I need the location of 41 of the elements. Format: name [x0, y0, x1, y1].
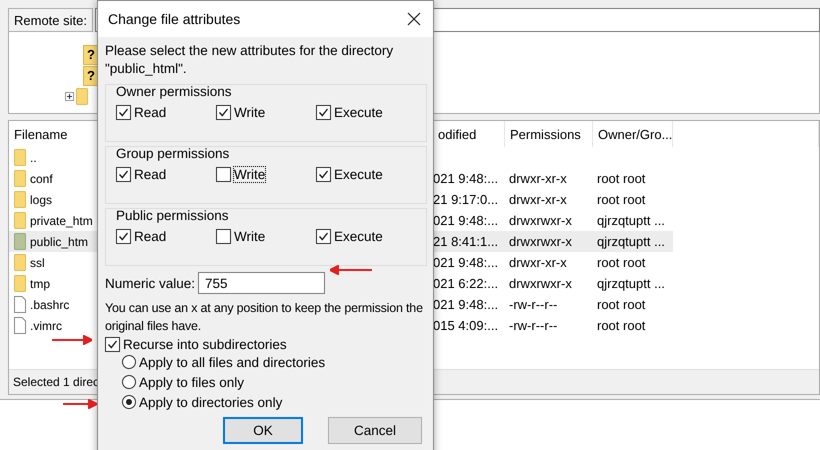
- dialog-title: Change file attributes: [108, 11, 240, 27]
- file-name: conf: [30, 172, 53, 186]
- file-name: logs: [30, 192, 52, 206]
- modified-cell: 021 9:48:...: [433, 255, 498, 270]
- file-name: .bashrc: [30, 298, 70, 312]
- permissions-cell: drwxrwxr-x: [509, 213, 572, 228]
- owner-cell: root root: [597, 192, 646, 207]
- permissions-cell: drwxr-xr-x: [509, 255, 567, 270]
- numeric-label: Numeric value:: [105, 276, 196, 290]
- modified-cell: 21 8:41:1...: [433, 234, 498, 249]
- file-name: tmp: [30, 276, 50, 290]
- remote-site-label: Remote site:: [8, 8, 93, 32]
- modified-cell: 021 6:22:...: [433, 276, 498, 291]
- modified-cell: 021 9:48:...: [433, 171, 498, 186]
- modified-cell: 21 9:17:0...: [433, 192, 498, 207]
- file-name: ..: [30, 150, 37, 164]
- modified-cell: 021 9:48:...: [433, 297, 498, 312]
- modified-cell: 015 4:09:...: [433, 318, 498, 333]
- file-name: .vimrc: [30, 318, 62, 332]
- permissions-cell: -rw-r--r--: [509, 318, 558, 333]
- owner-cell: qjrzqtuptt ...: [597, 234, 665, 249]
- permissions-cell: drwxr-xr-x: [509, 192, 567, 207]
- hint-text: You can use an x at any position to keep the permission the original files have.: [105, 300, 424, 335]
- owner-cell: root root: [597, 318, 646, 333]
- owner-cell: qjrzqtuptt ...: [597, 213, 665, 228]
- permissions-cell: -rw-r--r--: [509, 297, 558, 312]
- group-title: Public permissions: [116, 208, 230, 223]
- owner-cell: qjrzqtuptt ...: [597, 276, 665, 291]
- owner-cell: root root: [597, 255, 646, 270]
- file-name: ssl: [30, 256, 45, 270]
- permissions-cell: drwxrwxr-x: [509, 276, 572, 291]
- file-name: public_htm: [30, 234, 88, 248]
- file-name: private_htm: [30, 214, 93, 228]
- group-title: Group permissions: [116, 146, 230, 161]
- group-title: Owner permissions: [116, 84, 233, 99]
- modified-cell: 021 9:48:...: [433, 213, 498, 228]
- permissions-cell: drwxrwxr-x: [509, 234, 572, 249]
- permissions-cell: drwxr-xr-x: [509, 171, 567, 186]
- intro-text: Please select the new attributes for the directory "public_html".: [105, 42, 394, 78]
- owner-cell: root root: [597, 297, 646, 312]
- owner-cell: root root: [597, 171, 646, 186]
